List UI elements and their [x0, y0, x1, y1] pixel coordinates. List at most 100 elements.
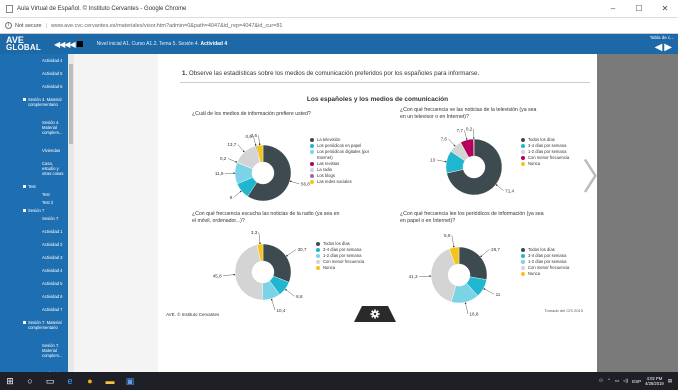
legend-swatch [521, 271, 525, 276]
close-icon[interactable]: ✕ [652, 4, 678, 13]
sidebar-item-label: Casa, estudio y otras cosas [42, 161, 64, 176]
sidebar-item[interactable]: Casa, estudio y otras cosas [42, 161, 66, 176]
leader-arrowhead [453, 245, 455, 248]
legend-swatch [310, 143, 314, 148]
chart2-legend: Todos los días 3-4 días por semana 1-2 día… [521, 137, 583, 167]
legend-swatch [521, 155, 525, 160]
sidebar: Actividad 4 Actividad 5 Actividad 6 Sesión … [0, 54, 74, 372]
legend-swatch [521, 161, 525, 166]
sidebar-item[interactable]: Actividad 5 [42, 71, 66, 76]
legend-swatch [310, 149, 314, 154]
address-bar[interactable]: i Not secure | www.ave.cvc.cervantes.es/… [0, 18, 678, 34]
sidebar-item[interactable]: Actividad 7 [42, 307, 66, 312]
legend-swatch [521, 149, 525, 154]
sidebar-item-label: Test [42, 192, 50, 197]
footer-source: Tomado del CIS 2013 [544, 308, 583, 313]
table-of-contents-label[interactable]: Tabla de c... [650, 35, 674, 40]
sidebar-item[interactable]: Sesión 7 [23, 208, 66, 213]
sidebar-item[interactable]: Viviendas [42, 148, 66, 153]
legend-label: Nunca [323, 265, 336, 270]
sidebar-item[interactable]: Actividad 4 [42, 58, 66, 63]
legend-item: Nunca [521, 161, 583, 167]
data-label: 5,9 [444, 233, 451, 238]
clock[interactable]: 4:02 PM 4/26/2019 [645, 376, 664, 386]
people-icon[interactable]: ⚇ [599, 378, 603, 384]
sidebar-item-label: Actividad 3 [42, 255, 63, 260]
stop-icon[interactable] [76, 41, 83, 47]
separator: | [45, 22, 48, 29]
sidebar-item[interactable]: Sesión 4. Material complem... [42, 120, 66, 135]
windows-taskbar: ⊞ ○ ▭ e ● ▬ ▣ ⚇ ⌃ ▭ ◁) ESP 4:02 PM 4/26/… [0, 372, 678, 390]
sidebar-item[interactable]: Sesión 7 [42, 216, 66, 221]
legend-swatch [316, 259, 320, 264]
legend-swatch [310, 161, 314, 166]
bullet-icon [23, 98, 26, 101]
minimize-icon[interactable]: – [600, 4, 626, 13]
legend-swatch [521, 253, 525, 258]
sidebar-item-label: Actividad 1 [42, 229, 63, 234]
maximize-icon[interactable]: ☐ [626, 4, 652, 13]
sidebar-item[interactable]: Test [23, 184, 66, 189]
ave-header: AVE GLOBAL ◀◀◀◀ Nivel inicial A1. Curso … [0, 34, 678, 54]
data-label: 16,8 [470, 312, 479, 317]
bullet-icon [23, 185, 26, 188]
search-icon[interactable]: ○ [20, 372, 40, 390]
legend-swatch [310, 179, 314, 184]
app-icon[interactable]: ▣ [120, 372, 140, 390]
chart4-legend: Todos los días 3-4 días por semana 1-2 día… [521, 247, 583, 277]
breadcrumb: Nivel inicial A1. Curso A1.2. Tema 5. Se… [97, 41, 228, 47]
sidebar-item[interactable]: Actividad 6 [42, 294, 66, 299]
ave-logo[interactable]: AVE GLOBAL [0, 36, 60, 52]
sidebar-item[interactable]: Sesión 7. Material complementario [23, 320, 66, 330]
sidebar-item-label: Sesión 4. Material complem... [42, 120, 63, 135]
legend-swatch [521, 259, 525, 264]
sidebar-item[interactable]: Sesión 7. Material complem... [42, 343, 66, 358]
leader-line [451, 235, 455, 247]
notifications-icon[interactable]: ▤ [668, 378, 672, 384]
chrome-icon[interactable]: ● [80, 372, 100, 390]
leader-line [484, 288, 495, 295]
activity-content: 1. Observe las estadísticas sobre los me… [158, 54, 597, 372]
explorer-icon[interactable]: ▬ [100, 372, 120, 390]
sidebar-item-label: Sesión 7 [42, 216, 59, 221]
sidebar-item-label: Actividad 6 [42, 84, 63, 89]
language-indicator[interactable]: ESP [632, 379, 641, 384]
sidebar-item[interactable]: Sesión 4. Material complementario [23, 97, 66, 107]
clock-date: 4/26/2019 [645, 381, 664, 386]
leader-line [481, 249, 490, 257]
network-icon[interactable]: ▭ [615, 378, 619, 384]
sidebar-item-label: Sesión 7 [28, 208, 45, 213]
sidebar-item-label: Actividad 5 [42, 281, 63, 286]
legend-swatch [521, 143, 525, 148]
legend-swatch [316, 265, 320, 270]
settings-tab[interactable] [354, 306, 396, 322]
sidebar-item[interactable]: Actividad 5 [42, 281, 66, 286]
sidebar-item-label: Actividad 4 [42, 58, 63, 63]
next-arrow-icon[interactable]: ▶ [664, 42, 674, 53]
sidebar-item[interactable]: Test [42, 192, 66, 197]
legend-swatch [316, 241, 320, 246]
task-view-icon[interactable]: ▭ [40, 372, 60, 390]
sidebar-item[interactable]: Test 2 [42, 200, 66, 205]
sidebar-item[interactable]: Actividad 4 [42, 268, 66, 273]
chevron-up-icon[interactable]: ⌃ [607, 378, 611, 384]
back-arrows-icon[interactable]: ◀◀◀◀ [54, 40, 76, 49]
edge-icon[interactable]: e [60, 372, 80, 390]
sidebar-item[interactable]: Actividad 1 [42, 229, 66, 234]
sidebar-item[interactable]: Actividad 6 [42, 84, 66, 89]
next-page-arrow-icon[interactable]: 〉 [582, 148, 618, 200]
sidebar-item-label: Sesión 4. Material complementario [28, 97, 62, 107]
volume-icon[interactable]: ◁) [623, 378, 628, 384]
sidebar-item-label: Actividad 5 [42, 71, 63, 76]
prev-arrow-icon[interactable]: ◀ [655, 42, 665, 53]
start-icon[interactable]: ⊞ [0, 372, 20, 390]
url-text[interactable]: www.ave.cvc.cervantes.es/materiales/viso… [51, 23, 282, 29]
sidebar-item[interactable]: Actividad 2 [42, 242, 66, 247]
scrollbar-thumb[interactable] [69, 64, 73, 144]
sidebar-item[interactable]: Actividad 3 [42, 255, 66, 260]
legend-swatch [521, 247, 525, 252]
bullet-icon [23, 321, 26, 324]
breadcrumb-current: Actividad 4 [200, 41, 228, 47]
legend-swatch [521, 265, 525, 270]
info-icon[interactable]: i [5, 22, 12, 29]
